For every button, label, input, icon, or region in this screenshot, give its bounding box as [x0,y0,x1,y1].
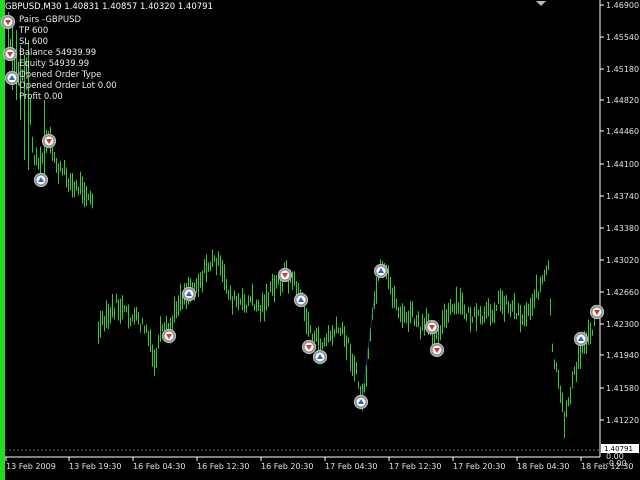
info-balance: Balance 54939.99 [19,48,97,58]
time-tick-label: 13 Feb 2009 [6,462,56,471]
buy-trade-marker[interactable] [33,172,49,188]
price-tick-label: 1.46900 [606,1,639,10]
time-tick-label: 17 Feb 12:30 [389,462,441,471]
time-tick-label: 16 Feb 04:30 [133,462,185,471]
time-tick-label: 13 Feb 19:30 [69,462,121,471]
buy-trade-marker[interactable] [4,70,20,86]
ohlc-values: 1.40831 1.40857 1.40320 1.40791 [64,2,213,12]
info-pairs: Pairs -GBPUSD [19,15,82,25]
time-tick-label: 18 Feb 04:30 [517,462,569,471]
price-tick-label: 1.42660 [606,288,639,297]
window-left-border [0,0,5,480]
info-tp: TP 600 [19,26,49,36]
sell-trade-marker[interactable] [2,46,18,62]
price-tick-label: 1.44820 [606,96,639,105]
buy-trade-marker[interactable] [181,286,197,302]
chart-shift-marker-icon[interactable] [536,1,546,6]
ea-info-panel: Pairs -GBPUSD TP 600 SL 600 Balance 5493… [19,15,117,103]
sell-trade-marker[interactable] [41,133,57,149]
buy-trade-marker[interactable] [373,263,389,279]
info-equity: Equity 54939.99 [19,59,90,69]
info-order-type: Opened Order Type [19,70,102,80]
buy-trade-marker[interactable] [353,394,369,410]
price-tick-label: 1.41940 [606,351,639,360]
info-order-lot: Opened Order Lot 0.00 [19,81,117,91]
sell-trade-marker[interactable] [277,267,293,283]
price-tick-label: 1.43740 [606,192,639,201]
symbol-timeframe: GBPUSD,M30 [5,2,62,12]
price-tick-label: 1.41580 [606,384,639,393]
sell-trade-marker[interactable] [301,339,317,355]
time-tick-label: 16 Feb 12:30 [197,462,249,471]
symbol-header: GBPUSD,M30 1.40831 1.40857 1.40320 1.407… [5,2,213,12]
sell-trade-marker[interactable] [429,342,445,358]
sell-trade-marker[interactable] [424,319,440,335]
sell-trade-marker[interactable] [589,304,605,320]
time-tick-label: 17 Feb 04:30 [325,462,377,471]
info-profit: Profit 0.00 [19,92,63,102]
price-tick-label: 1.43380 [606,224,639,233]
buy-trade-marker[interactable] [573,331,589,347]
price-axis-labels: 1.46900 1.45540 1.45180 1.44820 1.44460 1.441… [600,1,639,468]
sell-trade-marker[interactable] [161,328,177,344]
sell-trade-marker[interactable] [0,14,16,30]
chart-window[interactable]: 1.46900 1.45540 1.45180 1.44820 1.44460 1.441… [0,0,640,480]
price-tick-label: 1.44460 [606,127,639,136]
buy-trade-marker[interactable] [293,292,309,308]
price-tick-label: 1.43020 [606,256,639,265]
price-tick-label: 1.41220 [606,416,639,425]
time-tick-label: 18 Feb 12:30 [581,462,633,471]
time-axis-labels: 13 Feb 2009 13 Feb 19:30 16 Feb 04:30 16 Fe… [5,457,633,471]
price-tick-label: 1.45540 [606,33,639,42]
info-sl: SL 600 [19,37,49,47]
time-tick-label: 17 Feb 20:30 [453,462,505,471]
price-tick-label: 1.44100 [606,160,639,169]
time-tick-label: 16 Feb 20:30 [261,462,313,471]
price-tick-label: 1.45180 [606,65,639,74]
buy-trade-marker[interactable] [312,349,328,365]
price-tick-label: 1.42300 [606,320,639,329]
